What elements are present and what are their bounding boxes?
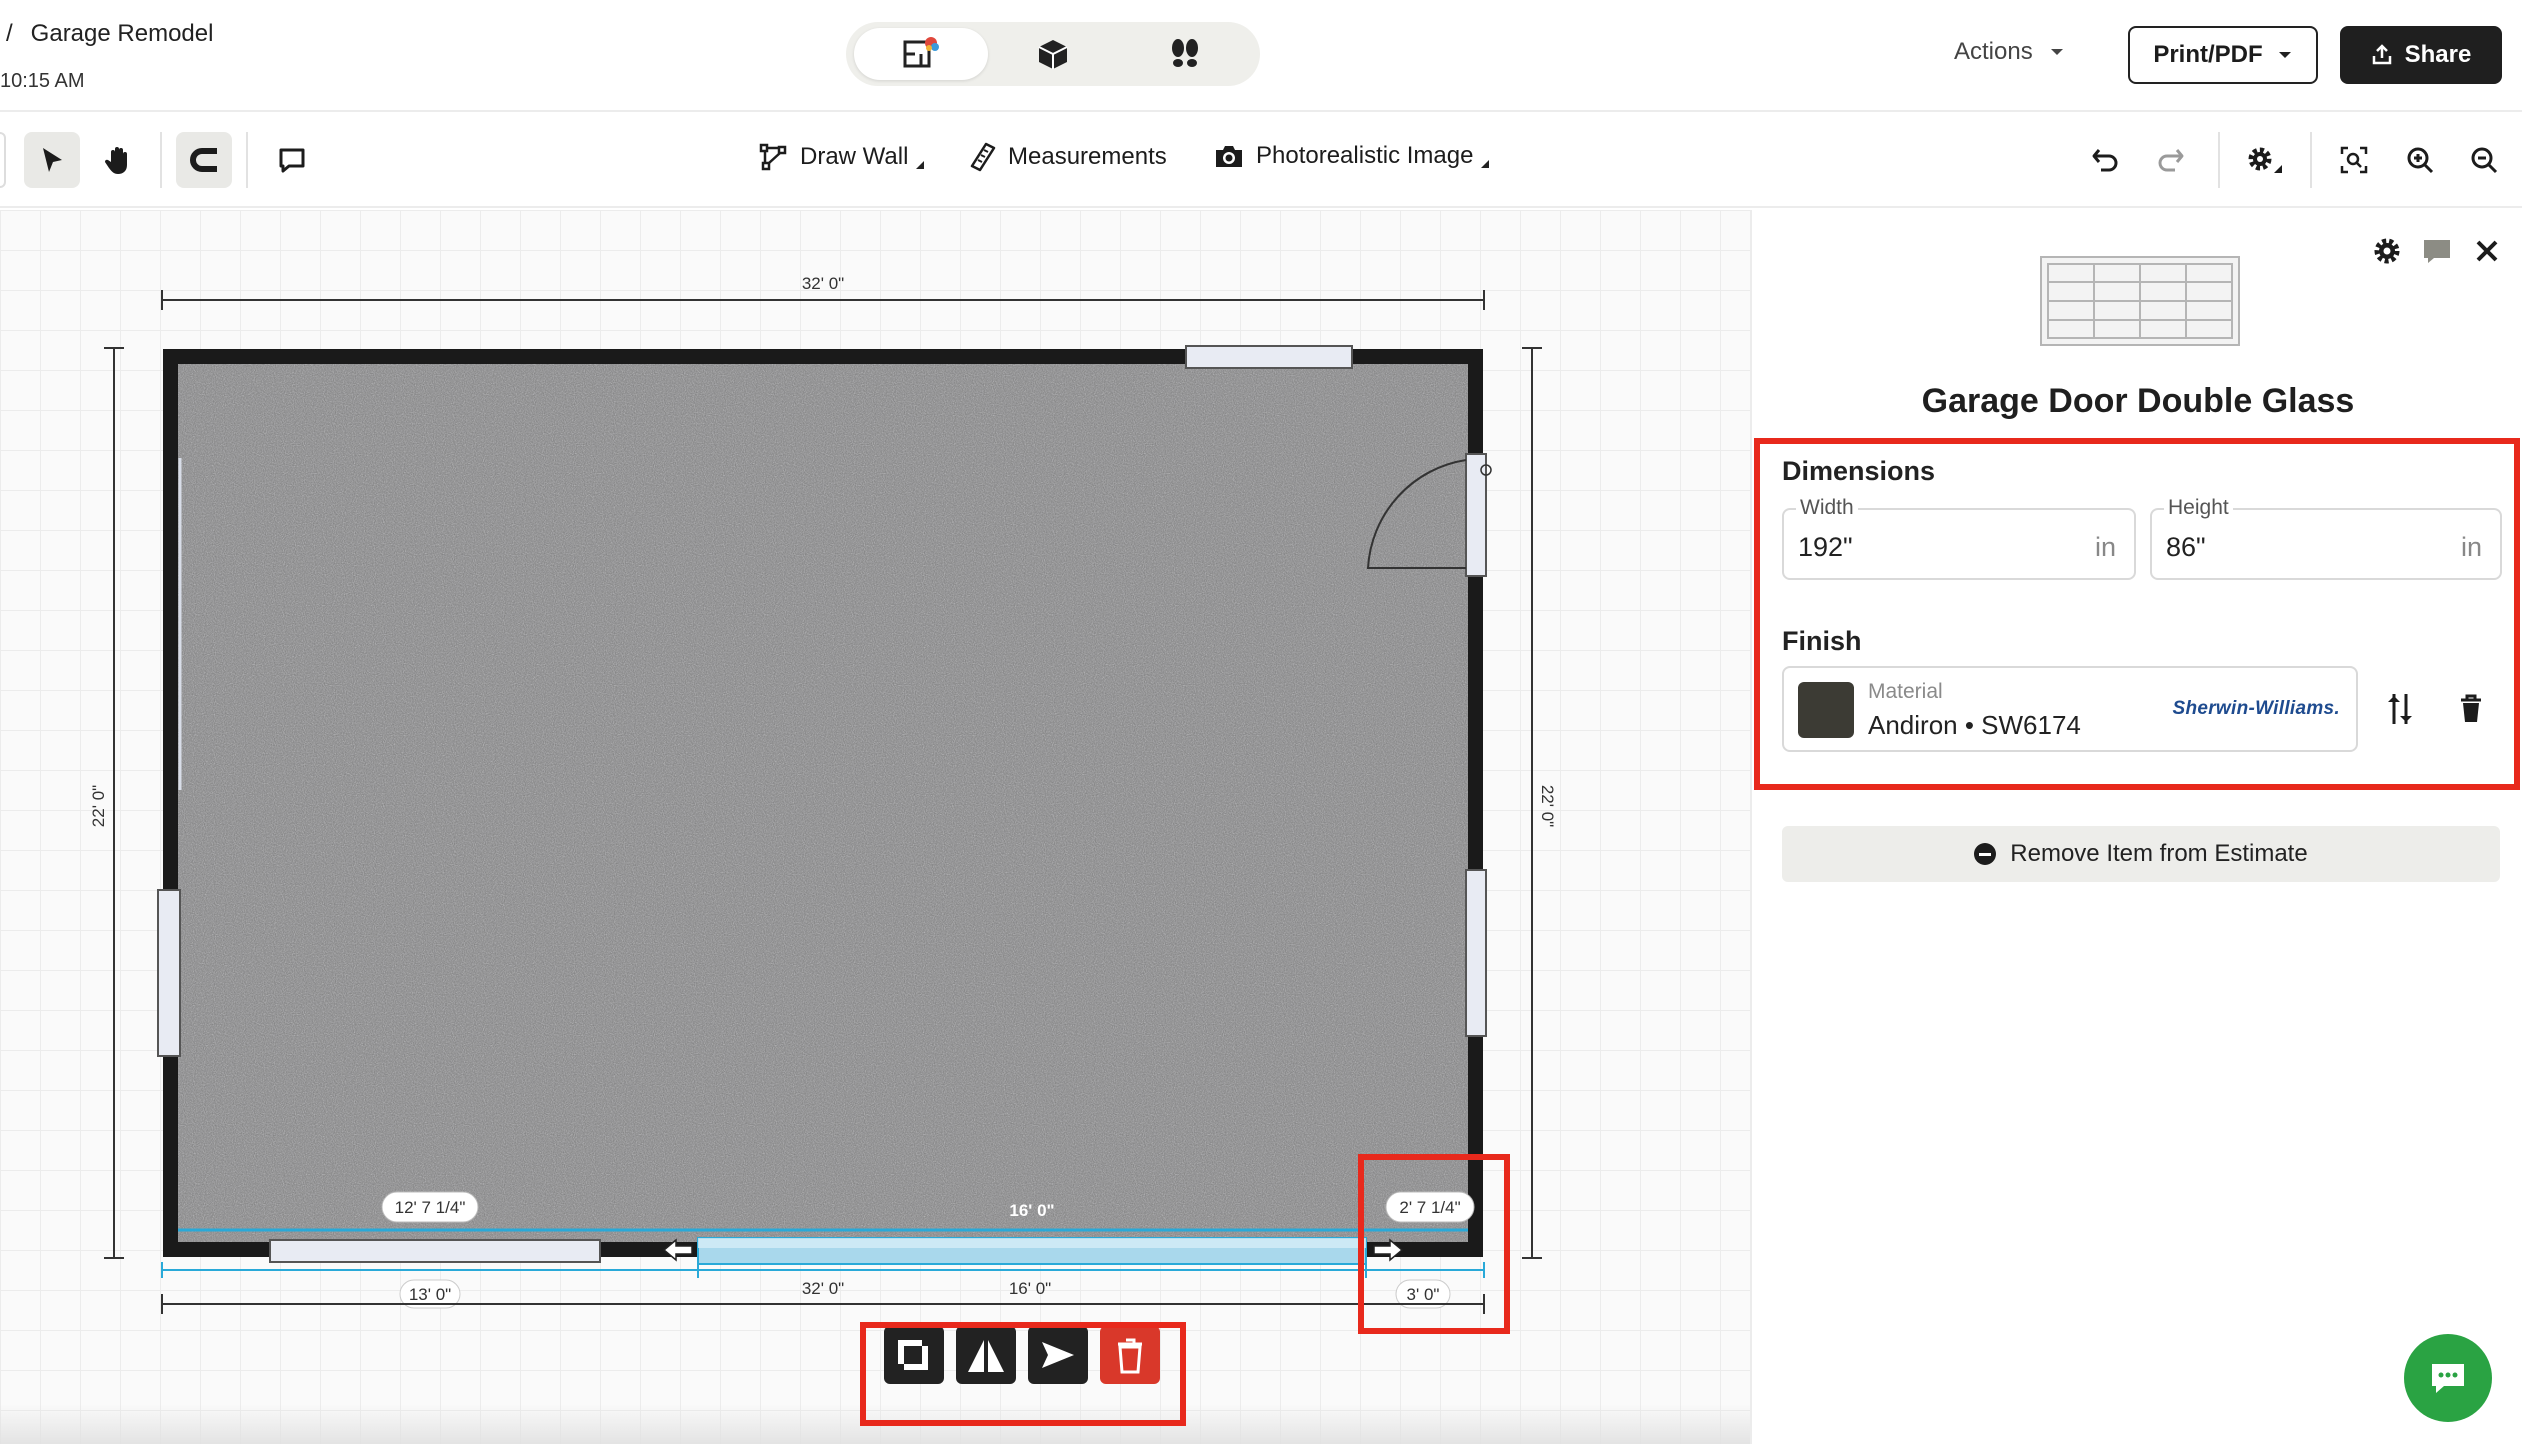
settings-button[interactable]: [2236, 132, 2292, 188]
snap-magnet-button[interactable]: [176, 132, 232, 188]
chevron-down-icon: [2278, 52, 2291, 58]
actions-dropdown[interactable]: Actions: [1954, 38, 2065, 66]
remove-from-estimate-label: Remove Item from Estimate: [2010, 840, 2308, 867]
draw-wall-icon: [759, 143, 787, 171]
fit-to-screen-button[interactable]: [2326, 132, 2382, 188]
comment-icon: [279, 148, 305, 173]
entry-door-right[interactable]: [1465, 453, 1487, 577]
item-properties-panel: Garage Door Double Glass Dimensions Widt…: [1750, 210, 2522, 1444]
toolbar-divider: [246, 132, 248, 188]
toolbar-divider: [2310, 132, 2312, 188]
last-saved-time: 10:15 AM: [0, 70, 85, 92]
photorealistic-image-tool[interactable]: Photorealistic Image: [1214, 142, 1490, 170]
select-tool-button[interactable]: [24, 132, 80, 188]
project-title[interactable]: Garage Remodel: [31, 20, 214, 47]
left-dimension-line: 22' 0": [89, 347, 124, 1259]
comment-icon: [2424, 240, 2450, 263]
redo-icon: [2158, 149, 2184, 172]
top-header: / Garage Remodel 10:15 AM Actions Print/…: [0, 0, 2522, 112]
draw-wall-tool[interactable]: Draw Wall: [758, 142, 925, 172]
share-upload-icon: [2372, 44, 2391, 65]
bottom-mid-label: 16' 0": [1009, 1279, 1051, 1298]
window-top[interactable]: [1185, 345, 1353, 369]
garage-door-glass: [698, 1238, 1366, 1248]
pointer-arrow-icon: [43, 148, 62, 172]
chevron-down-icon: [2050, 49, 2063, 55]
view-mode-toggle: [846, 22, 1260, 86]
draw-wall-label: Draw Wall: [800, 143, 909, 170]
panel-settings-button[interactable]: [2372, 236, 2402, 271]
editor-toolbar: Draw Wall Measurements Photorealistic Im…: [0, 112, 2522, 208]
collapsed-panel-edge[interactable]: [0, 132, 6, 188]
toolbar-divider: [160, 132, 162, 188]
measurements-label: Measurements: [1008, 143, 1167, 170]
gear-icon: [2248, 147, 2282, 173]
highlight-action-toolbar: [860, 1322, 1186, 1426]
gear-icon: [2374, 238, 2400, 264]
left-dimension-label: 22' 0": [89, 785, 108, 827]
measurements-tool[interactable]: Measurements: [970, 142, 1167, 172]
view-3d-button[interactable]: [986, 28, 1120, 80]
right-dimension-label: 22' 0": [1538, 785, 1557, 827]
garage-door-left[interactable]: [269, 1239, 601, 1263]
pan-tool-button[interactable]: [90, 132, 146, 188]
undo-icon: [2092, 149, 2118, 172]
garage-door-thumbnail-icon: [2040, 256, 2240, 346]
item-title: Garage Door Double Glass: [1921, 382, 2355, 420]
view-2d-button[interactable]: [854, 28, 988, 80]
chat-support-button[interactable]: [2404, 1334, 2492, 1422]
item-thumbnail: [2040, 256, 2240, 351]
redo-button[interactable]: [2142, 132, 2198, 188]
share-label: Share: [2404, 41, 2472, 68]
breadcrumb-separator: /: [6, 20, 13, 47]
bottom-total-label: 32' 0": [802, 1279, 844, 1298]
print-pdf-button[interactable]: Print/PDF: [2128, 26, 2318, 84]
panel-comment-button[interactable]: [2422, 236, 2452, 271]
zoom-out-button[interactable]: [2456, 132, 2512, 188]
window-left[interactable]: [157, 889, 181, 1057]
top-dimension-line: 32' 0": [161, 274, 1485, 310]
photorealistic-label: Photorealistic Image: [1256, 142, 1474, 169]
share-button[interactable]: Share: [2340, 26, 2502, 84]
bottom-dimension-line: 32' 0" 16' 0": [161, 1279, 1485, 1314]
minus-circle-icon: [1974, 843, 1997, 865]
remove-from-estimate-button[interactable]: Remove Item from Estimate: [1782, 826, 2500, 882]
submenu-corner-icon: [1481, 160, 1490, 168]
segment-left-label: 13' 0": [409, 1285, 451, 1304]
offset-pill-left: 12' 7 1/4": [381, 1191, 479, 1223]
toolbar-divider: [2218, 132, 2220, 188]
print-pdf-label: Print/PDF: [2153, 41, 2263, 68]
comment-tool-button[interactable]: [264, 132, 320, 188]
ruler-icon: [970, 142, 996, 172]
breadcrumb: / Garage Remodel: [6, 20, 213, 48]
offset-pill-left-label: 12' 7 1/4": [395, 1198, 466, 1217]
highlight-right-segment: [1358, 1154, 1510, 1334]
zoom-in-button[interactable]: [2392, 132, 2448, 188]
cube-3d-icon: [1038, 40, 1068, 69]
zoom-out-icon: [2471, 147, 2498, 174]
top-dimension-label: 32' 0": [802, 274, 844, 293]
hand-icon: [104, 147, 127, 174]
door-width-label: 16' 0": [1009, 1201, 1054, 1220]
right-dimension-line: 22' 0": [1522, 347, 1557, 1259]
close-panel-button[interactable]: [2474, 238, 2500, 269]
camera-icon: [1216, 146, 1242, 167]
focus-frame-icon: [2340, 146, 2368, 174]
close-icon: [2476, 240, 2498, 262]
window-right[interactable]: [1465, 869, 1487, 1037]
highlight-properties: [1754, 438, 2520, 790]
actions-label: Actions: [1954, 38, 2033, 65]
magnet-icon: [190, 148, 217, 172]
floorplan-2d-icon: [903, 37, 939, 68]
zoom-in-icon: [2407, 147, 2434, 174]
granite-texture: [178, 364, 1468, 1242]
undo-button[interactable]: [2078, 132, 2134, 188]
footprints-icon: [1172, 39, 1198, 67]
submenu-corner-icon: [916, 161, 925, 169]
chat-bubble-icon: [2432, 1364, 2464, 1393]
walkthrough-button[interactable]: [1118, 28, 1252, 80]
